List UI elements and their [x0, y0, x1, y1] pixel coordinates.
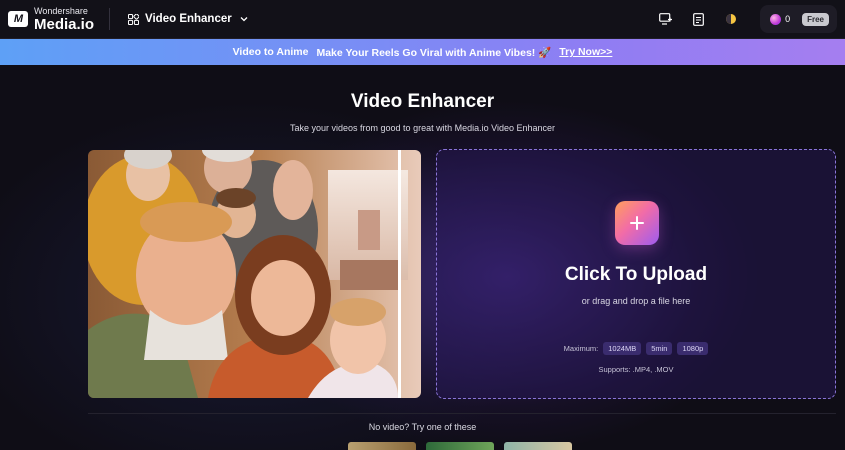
- compare-slider-line: [398, 150, 401, 398]
- sample-videos-label: No video? Try one of these: [368, 422, 477, 432]
- family-photo-illustration: [88, 150, 421, 398]
- tool-name: Video Enhancer: [145, 13, 232, 25]
- limit-resolution-chip: 1080p: [677, 342, 709, 355]
- enhancer-preview-image: [88, 150, 421, 398]
- brand-name: Media.io: [34, 15, 95, 33]
- top-nav: M Wondershare Media.io Video Enhancer 0 …: [0, 0, 845, 39]
- main-content: Video Enhancer Take your videos from goo…: [0, 65, 845, 450]
- section-divider: [88, 413, 836, 414]
- page-title: Video Enhancer: [350, 91, 495, 112]
- logo-mark-icon: M: [8, 11, 28, 27]
- upload-limits: Maximum: 1024MB 5min 1080p: [437, 342, 835, 355]
- tool-selector-dropdown[interactable]: Video Enhancer: [128, 13, 248, 25]
- sample-video-2[interactable]: [426, 442, 494, 450]
- limit-duration-chip: 5min: [646, 342, 673, 355]
- brand-company: Wondershare: [34, 5, 88, 16]
- upload-title: Click To Upload: [564, 264, 708, 285]
- upload-subtitle: or drag and drop a file here: [581, 296, 691, 306]
- maximum-label: Maximum:: [563, 344, 599, 353]
- media-io-logo[interactable]: M Wondershare Media.io: [0, 0, 94, 39]
- sample-video-1[interactable]: [348, 442, 416, 450]
- plus-icon: [630, 216, 644, 230]
- promo-tag: Video to Anime: [232, 46, 309, 58]
- supported-formats: Supports: .MP4, .MOV: [598, 365, 674, 374]
- credit-count: 0: [785, 14, 791, 24]
- screen-add-icon: [658, 13, 672, 25]
- promo-banner[interactable]: Video to Anime Make Your Reels Go Viral …: [0, 39, 845, 65]
- projects-button[interactable]: [690, 11, 706, 27]
- promo-try-now-link[interactable]: Try Now>>: [559, 46, 612, 58]
- plan-badge: Free: [802, 12, 829, 26]
- upload-plus-button[interactable]: [615, 201, 659, 245]
- document-icon: [692, 12, 704, 26]
- grid-icon: [128, 13, 140, 25]
- chevron-down-icon: [240, 17, 248, 22]
- credit-gem-icon: [770, 13, 782, 25]
- limit-size-chip: 1024MB: [603, 342, 642, 355]
- sample-video-3[interactable]: [504, 442, 572, 450]
- page-subtitle: Take your videos from good to great with…: [290, 123, 555, 133]
- promo-message: Make Your Reels Go Viral with Anime Vibe…: [316, 46, 552, 59]
- upload-dropzone[interactable]: Click To Upload or drag and drop a file …: [436, 149, 836, 399]
- theme-toggle-button[interactable]: [723, 11, 739, 27]
- theme-toggle-icon: [726, 14, 737, 24]
- sample-videos: [348, 442, 582, 450]
- credits-pill[interactable]: 0 Free: [760, 5, 837, 33]
- nav-divider: [109, 8, 111, 30]
- screen-add-button[interactable]: [657, 11, 673, 27]
